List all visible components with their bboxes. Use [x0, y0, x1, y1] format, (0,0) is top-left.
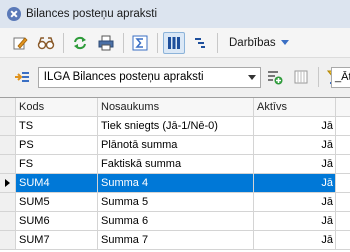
row-indicator — [0, 155, 16, 173]
columns-button[interactable] — [163, 31, 185, 54]
edit-button[interactable] — [9, 32, 31, 54]
cell-name[interactable]: Tiek sniegts (Jā-1/Nē-0) — [98, 117, 254, 135]
data-grid: Kods Nosaukums Aktīvs TS Tiek sniegts (J… — [0, 97, 350, 252]
columns-icon — [168, 36, 180, 49]
toolbar-separator — [318, 67, 320, 87]
indent-icon — [195, 37, 205, 48]
add-button[interactable] — [265, 66, 287, 88]
column-header-active[interactable]: Aktīvs — [254, 98, 336, 116]
main-toolbar: Darbības — [0, 28, 350, 58]
indent-button[interactable] — [189, 32, 211, 54]
sum-button[interactable] — [129, 32, 151, 54]
print-icon — [98, 35, 114, 50]
cell-code[interactable]: SUM7 — [16, 231, 98, 249]
column-header-code[interactable]: Kods — [16, 98, 98, 116]
cell-active[interactable]: Jā — [254, 117, 336, 135]
toolbar-separator — [63, 32, 64, 53]
row-indicator-header — [0, 98, 16, 116]
cell-active[interactable]: Jā — [254, 174, 336, 192]
toolbar-separator — [217, 32, 218, 53]
row-indicator — [0, 212, 16, 230]
cell-active[interactable]: Jā — [254, 193, 336, 211]
import-button[interactable] — [11, 66, 33, 88]
filter-input[interactable]: _Āt — [331, 67, 350, 88]
cell-name[interactable]: Summa 4 — [98, 174, 254, 192]
cell-name[interactable]: Summa 5 — [98, 193, 254, 211]
table-row[interactable]: FS Faktiskā summa Jā — [0, 155, 350, 174]
column-header-name[interactable]: Nosaukums — [98, 98, 254, 116]
cell-active[interactable]: Jā — [254, 212, 336, 230]
toolbar-separator — [123, 32, 124, 53]
actions-menu-label: Darbības — [229, 36, 276, 49]
table-row-selected[interactable]: SUM4 Summa 4 Jā — [0, 174, 350, 193]
selector-toolbar: ILGA Bilances posteņu apraksti _Āt — [0, 58, 350, 96]
import-icon — [14, 72, 29, 82]
actions-menu-button[interactable]: Darbības — [229, 37, 289, 49]
cell-name[interactable]: Plānotā summa — [98, 136, 254, 154]
chevron-down-icon — [280, 40, 289, 45]
report-select-value: ILGA Bilances posteņu apraksti — [43, 71, 204, 83]
table-row[interactable]: PS Plānotā summa Jā — [0, 136, 350, 155]
window-title: Bilances posteņu apraksti — [26, 8, 158, 20]
current-row-arrow-icon — [5, 179, 10, 187]
row-indicator — [0, 231, 16, 249]
table-row[interactable]: SUM6 Summa 6 Jā — [0, 212, 350, 231]
table-row[interactable]: SUM7 Summa 7 Jā — [0, 231, 350, 250]
cell-code[interactable]: SUM6 — [16, 212, 98, 230]
table-row[interactable]: TS Tiek sniegts (Jā-1/Nē-0) Jā — [0, 117, 350, 136]
title-bar: Bilances posteņu apraksti — [0, 0, 350, 28]
view-icon — [37, 36, 55, 49]
edit-icon — [13, 36, 28, 49]
row-indicator — [0, 193, 16, 211]
add-icon — [268, 71, 283, 85]
refresh-icon — [74, 36, 86, 49]
chevron-down-icon[interactable] — [244, 68, 260, 87]
row-indicator — [0, 117, 16, 135]
cell-active[interactable]: Jā — [254, 155, 336, 173]
cell-active[interactable]: Jā — [254, 136, 336, 154]
row-indicator — [0, 136, 16, 154]
cell-name[interactable]: Faktiskā summa — [98, 155, 254, 173]
row-indicator — [0, 174, 16, 192]
table-row[interactable]: SUM5 Summa 5 Jā — [0, 193, 350, 212]
cell-code[interactable]: TS — [16, 117, 98, 135]
cell-active[interactable]: Jā — [254, 231, 336, 249]
cell-code[interactable]: SUM5 — [16, 193, 98, 211]
cell-name[interactable]: Summa 6 — [98, 212, 254, 230]
cell-name[interactable]: Summa 7 — [98, 231, 254, 249]
list-button[interactable] — [290, 66, 312, 88]
cell-code[interactable]: PS — [16, 136, 98, 154]
app-icon — [7, 7, 21, 21]
refresh-button[interactable] — [69, 32, 91, 54]
cell-code[interactable]: FS — [16, 155, 98, 173]
table-header-row: Kods Nosaukums Aktīvs — [0, 98, 350, 117]
report-select[interactable]: ILGA Bilances posteņu apraksti — [37, 66, 261, 88]
cell-code[interactable]: SUM4 — [16, 174, 98, 192]
list-icon — [294, 70, 308, 84]
sum-icon — [132, 35, 148, 50]
view-button[interactable] — [35, 32, 57, 54]
print-button[interactable] — [95, 32, 117, 54]
toolbar-separator — [157, 32, 158, 53]
